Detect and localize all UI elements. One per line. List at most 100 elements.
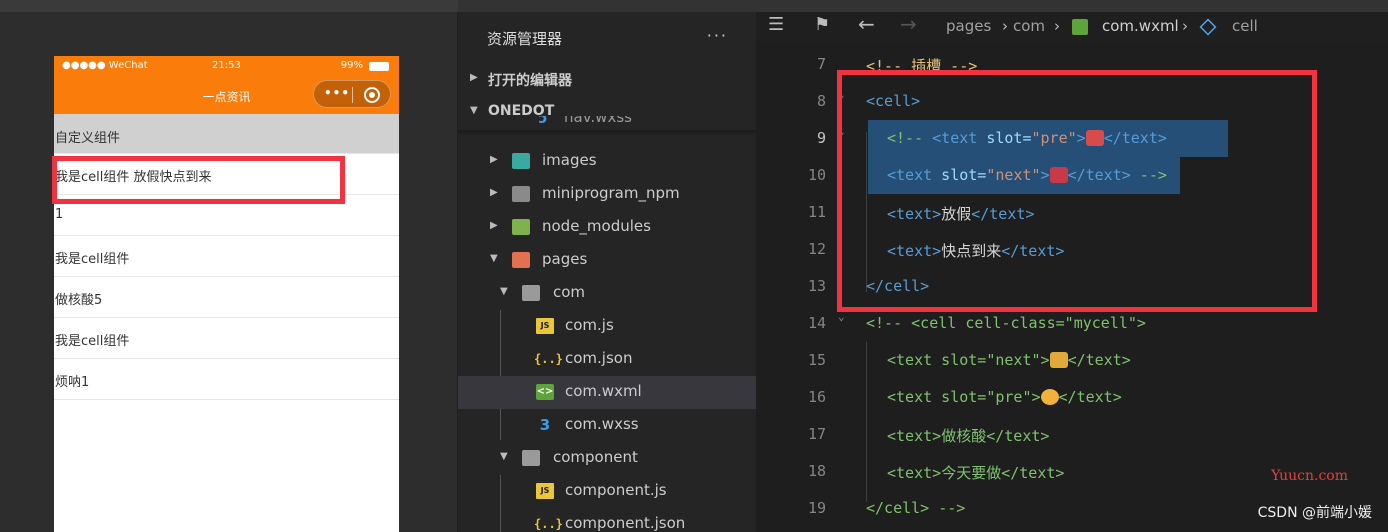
tree-item-component-json[interactable]: {..} component.json [458, 508, 756, 532]
bookmark-icon[interactable]: ⚑ [814, 14, 830, 35]
explorer-title: 资源管理器 [487, 30, 563, 48]
tree-item-component[interactable]: ▼ component [458, 442, 756, 475]
capsule-menu[interactable]: ••• [313, 80, 391, 108]
line-number: 19 [807, 499, 826, 517]
breadcrumb-item[interactable]: com [1013, 17, 1045, 35]
chevron-right-icon: ▶ [470, 72, 478, 83]
code-highlight-box [837, 70, 1317, 312]
section-label: 打开的编辑器 [488, 73, 572, 89]
tree-item-label: component [553, 448, 638, 466]
line-number: 15 [807, 351, 826, 369]
code-line: 16 <text slot="pre"> </text> [756, 379, 1388, 416]
chevron-right-icon: › [1002, 17, 1008, 35]
tree-item-label: com [553, 283, 586, 301]
line-number: 13 [807, 277, 826, 295]
tree-item-label: miniprogram_npm [542, 184, 680, 202]
code-text: <text>今天要做</text> [887, 464, 1065, 482]
watermark-site: Yuucn.com [1271, 468, 1348, 484]
cube-icon [1199, 18, 1217, 36]
chevron-right-icon: ▶ [490, 154, 498, 165]
json-file-icon: {..} [534, 517, 563, 531]
line-number: 12 [807, 240, 826, 258]
breadcrumb-item[interactable]: pages [946, 17, 991, 35]
breadcrumb-item[interactable]: com.wxml [1102, 17, 1179, 35]
chevron-right-icon: ▶ [490, 220, 498, 231]
cell-row[interactable]: 我是cell组件 [54, 318, 399, 359]
code-text: </cell> --> [866, 499, 966, 517]
tree-item-label: nav.wxss [564, 116, 632, 126]
cell-row[interactable]: 烦呐1 [54, 359, 399, 400]
tree-item-com-js[interactable]: JS com.js [458, 310, 756, 343]
chevron-down-icon: ▼ [470, 105, 478, 116]
tree-item-com-wxss[interactable]: 3 com.wxss [458, 409, 756, 442]
line-number: 17 [807, 425, 826, 443]
wxss-file-icon: 3 [539, 416, 551, 434]
close-mini-program-icon[interactable] [364, 87, 380, 103]
line-number: 7 [816, 55, 826, 73]
tree-item-images[interactable]: ▶ images [458, 145, 756, 178]
cell-row[interactable]: 我是cell组件 [54, 236, 399, 277]
tree-item-label: images [542, 151, 597, 169]
status-time: 21:53 [212, 60, 241, 71]
more-dots-icon[interactable]: ••• [324, 86, 350, 100]
chevron-right-icon: › [1054, 17, 1060, 35]
wxml-file-icon: <> [536, 384, 554, 400]
tree-item-node-modules[interactable]: ▶ node_modules [458, 211, 756, 244]
tree-item-label: com.json [565, 349, 633, 367]
line-number: 18 [807, 462, 826, 480]
cell-row[interactable]: 做核酸5 [54, 277, 399, 318]
tree-item-com[interactable]: ▼ com [458, 277, 756, 310]
custom-component-header: 自定义组件 [54, 114, 399, 154]
tree-item-label: com.js [565, 316, 614, 334]
breadcrumb-item[interactable]: cell [1232, 17, 1258, 35]
line-number: 16 [807, 388, 826, 406]
capsule-divider [352, 87, 353, 103]
cell-row-empty [54, 400, 399, 441]
phone-status-bar: ●●●●● WeChat 21:53 99% [54, 56, 399, 76]
code-text: <text>做核酸</text> [887, 427, 1050, 445]
tree-item-label: com.wxml [565, 382, 642, 400]
explorer-header: 资源管理器 ··· [458, 12, 756, 62]
back-arrow-icon[interactable]: ← [858, 12, 875, 36]
chevron-down-icon: ▼ [500, 451, 508, 462]
breadcrumb: ☰ ⚑ ← → pages › com › com.wxml › cell [756, 12, 1388, 42]
tree-item-pages[interactable]: ▼ pages [458, 244, 756, 277]
js-file-icon: JS [536, 318, 554, 334]
line-number: 8 [816, 92, 826, 110]
pages-folder-icon [512, 252, 530, 268]
more-actions-icon[interactable]: ··· [707, 26, 728, 45]
tree-item-label: component.json [565, 514, 686, 532]
watermark-author: CSDN @前端小媛 [1257, 505, 1372, 521]
simulator-toolbar [0, 0, 458, 12]
tree-item-label: com.wxss [565, 415, 639, 433]
phone-screen: ●●●●● WeChat 21:53 99% 一点资讯 ••• 自定义组件 我是… [54, 56, 399, 532]
chevron-right-icon: ▶ [490, 187, 498, 198]
explorer-topbar [458, 0, 756, 12]
file-explorer: 资源管理器 ··· ▶ 打开的编辑器 ▼ ONEDOT ↄ nav.wxss ▶… [458, 0, 756, 532]
line-number: 14 [807, 314, 826, 332]
tree-item-miniprogram-npm[interactable]: ▶ miniprogram_npm [458, 178, 756, 211]
json-file-icon: {..} [534, 352, 563, 366]
forward-arrow-icon[interactable]: → [900, 12, 917, 36]
list-icon[interactable]: ☰ [768, 14, 784, 35]
status-signal: ●●●●● WeChat [62, 60, 148, 71]
chevron-right-icon: › [1182, 17, 1188, 35]
wxss-file-icon: ↄ [538, 116, 548, 127]
folder-open-icon [522, 450, 540, 466]
tree-item-component-js[interactable]: JS component.js [458, 475, 756, 508]
images-folder-icon [512, 153, 530, 169]
emoji-icon [1049, 352, 1068, 368]
tree-item-com-wxml[interactable]: <> com.wxml [458, 376, 756, 409]
tree-item-label: component.js [565, 481, 667, 499]
code-line: 17 <text>做核酸</text> [756, 416, 1388, 453]
status-battery: 99% [340, 60, 363, 71]
section-open-editors[interactable]: ▶ 打开的编辑器 [458, 64, 756, 96]
line-number: 10 [807, 166, 826, 184]
chevron-down-icon: ▼ [500, 286, 508, 297]
tree-item-com-json[interactable]: {..} com.json [458, 343, 756, 376]
tree-item-label: node_modules [542, 217, 651, 235]
node-folder-icon [512, 219, 530, 235]
code-text: <text slot="next"> </text> [887, 351, 1131, 369]
code-text: <!-- <cell cell-class="mycell"> [866, 314, 1146, 332]
tree-item-label: pages [542, 250, 588, 268]
